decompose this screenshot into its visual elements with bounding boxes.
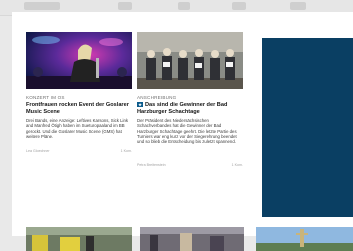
article-kicker: ANSCHREIBUNG — [137, 95, 177, 100]
placeholder-bar — [232, 2, 246, 10]
event-photo-icon — [140, 227, 244, 251]
yellow-vehicle-photo-icon — [26, 227, 132, 251]
article-meta: Petra Breitenstein 1 Kom. — [137, 163, 243, 169]
article-image[interactable] — [26, 32, 132, 89]
placeholder-bar — [178, 2, 190, 10]
group-photo-icon — [137, 32, 243, 89]
article-teaser: Der Präsident des Niedersächsischen Scha… — [137, 118, 237, 145]
article-card-music-scene[interactable]: KONZERT IM OS Frontfrauen rocken Event d… — [26, 32, 132, 182]
comment-count[interactable]: 1 Kom. — [232, 163, 243, 167]
comment-count[interactable]: 1 Kom. — [121, 149, 132, 153]
concert-photo-icon — [26, 32, 132, 89]
article-kicker: KONZERT IM OS — [26, 95, 65, 100]
article-source: Lea Gloechner — [26, 149, 50, 153]
article-image[interactable] — [140, 227, 244, 251]
article-card-schachtage[interactable]: ANSCHREIBUNG ★ Das sind die Gewinner der … — [137, 32, 243, 182]
article-teaser: Drei Bands, eine Anzeige: Leftives Karso… — [26, 118, 128, 139]
article-headline[interactable]: Frontfrauen rocken Event der Goslarer Mu… — [26, 102, 132, 115]
article-image[interactable] — [137, 32, 243, 89]
article-source: Petra Breitenstein — [137, 163, 166, 167]
article-meta: Lea Gloechner 1 Kom. — [26, 149, 132, 155]
plus-badge-icon: ★ — [137, 102, 143, 107]
placeholder-bar — [118, 2, 132, 10]
headline-text: Das sind die Gewinner der Bad Harzburger… — [137, 102, 228, 115]
article-image[interactable] — [26, 227, 132, 251]
placeholder-bar — [290, 2, 306, 10]
tower-photo-icon — [256, 227, 353, 251]
placeholder-bar — [24, 2, 60, 10]
advertisement-block[interactable] — [262, 38, 353, 217]
article-image[interactable] — [256, 227, 353, 251]
article-headline[interactable]: ★ Das sind die Gewinner der Bad Harzburge… — [137, 102, 243, 115]
